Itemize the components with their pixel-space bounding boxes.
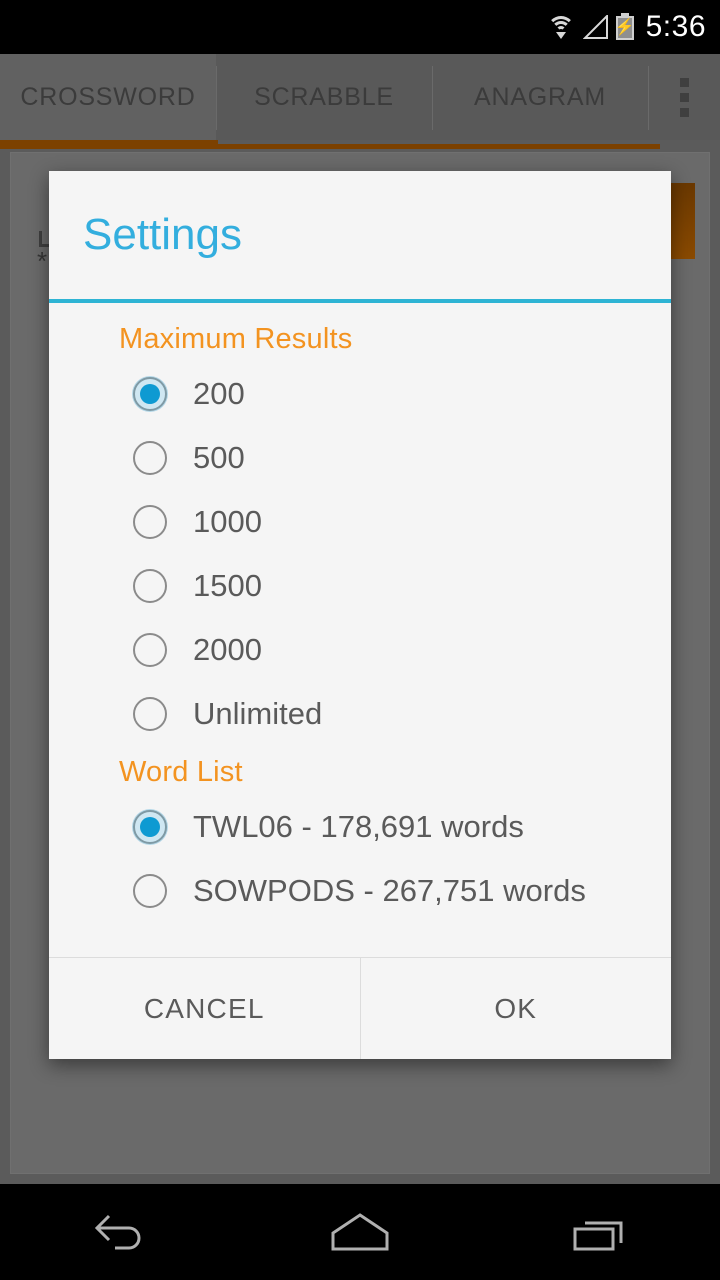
radio-option-1500[interactable]: 1500 (49, 554, 671, 618)
tab-anagram[interactable]: ANAGRAM (432, 54, 648, 140)
radio-label-1500: 1500 (193, 568, 262, 603)
dialog-body: Maximum Results 200 500 1000 1500 2000 U… (49, 303, 671, 957)
radio-option-unlimited[interactable]: Unlimited (49, 682, 671, 746)
radio-button-1000[interactable] (133, 505, 167, 539)
section-heading-word-list: Word List (119, 756, 243, 788)
wifi-icon (546, 15, 576, 39)
home-icon[interactable] (300, 1184, 420, 1280)
cancel-button[interactable]: CANCEL (49, 958, 360, 1059)
radio-option-1000[interactable]: 1000 (49, 490, 671, 554)
ok-button[interactable]: OK (359, 958, 671, 1059)
radio-option-2000[interactable]: 2000 (49, 618, 671, 682)
status-icon-group: ⚡ (546, 13, 635, 40)
radio-button-twl06[interactable] (133, 810, 167, 844)
status-bar-clock: 5:36 (645, 10, 706, 43)
radio-label-200: 200 (193, 376, 245, 411)
settings-dialog: Settings Maximum Results 200 500 1000 15… (49, 171, 671, 1059)
tab-scrabble-label: SCRABBLE (254, 82, 394, 111)
device-screen: ⚡ 5:36 CROSSWORD SCRABBLE ANAGRAM * Sett… (0, 0, 720, 1280)
tab-indicator (0, 140, 720, 150)
radio-label-sowpods: SOWPODS - 267,751 words (193, 873, 586, 908)
signal-icon (582, 14, 609, 40)
radio-button-1500[interactable] (133, 569, 167, 603)
background-asterisk-mark: * (37, 246, 48, 276)
battery-charging-icon: ⚡ (615, 13, 635, 40)
radio-label-unlimited: Unlimited (193, 696, 323, 731)
radio-button-200[interactable] (133, 377, 167, 411)
dialog-title: Settings (83, 210, 242, 259)
status-bar: ⚡ 5:36 (0, 0, 720, 54)
radio-label-1000: 1000 (193, 504, 262, 539)
recents-icon[interactable] (540, 1184, 660, 1280)
tab-crossword-label: CROSSWORD (20, 82, 196, 111)
radio-button-500[interactable] (133, 441, 167, 475)
overflow-menu-icon[interactable] (648, 54, 720, 140)
radio-label-500: 500 (193, 440, 245, 475)
radio-label-2000: 2000 (193, 632, 262, 667)
radio-button-unlimited[interactable] (133, 697, 167, 731)
radio-button-2000[interactable] (133, 633, 167, 667)
radio-option-sowpods[interactable]: SOWPODS - 267,751 words (49, 859, 671, 923)
navigation-bar (0, 1184, 720, 1280)
radio-option-twl06[interactable]: TWL06 - 178,691 words (49, 795, 671, 859)
tab-bar: CROSSWORD SCRABBLE ANAGRAM (0, 54, 720, 140)
section-heading-maximum-results: Maximum Results (119, 323, 353, 355)
radio-label-twl06: TWL06 - 178,691 words (193, 809, 524, 844)
radio-option-200[interactable]: 200 (49, 362, 671, 426)
radio-option-500[interactable]: 500 (49, 426, 671, 490)
tab-anagram-label: ANAGRAM (473, 82, 606, 111)
tab-crossword[interactable]: CROSSWORD (0, 54, 216, 140)
back-icon[interactable] (60, 1184, 180, 1280)
tab-scrabble[interactable]: SCRABBLE (216, 54, 432, 140)
dialog-footer: CANCEL OK (49, 957, 671, 1059)
dialog-header: Settings (49, 171, 671, 299)
radio-button-sowpods[interactable] (133, 874, 167, 908)
